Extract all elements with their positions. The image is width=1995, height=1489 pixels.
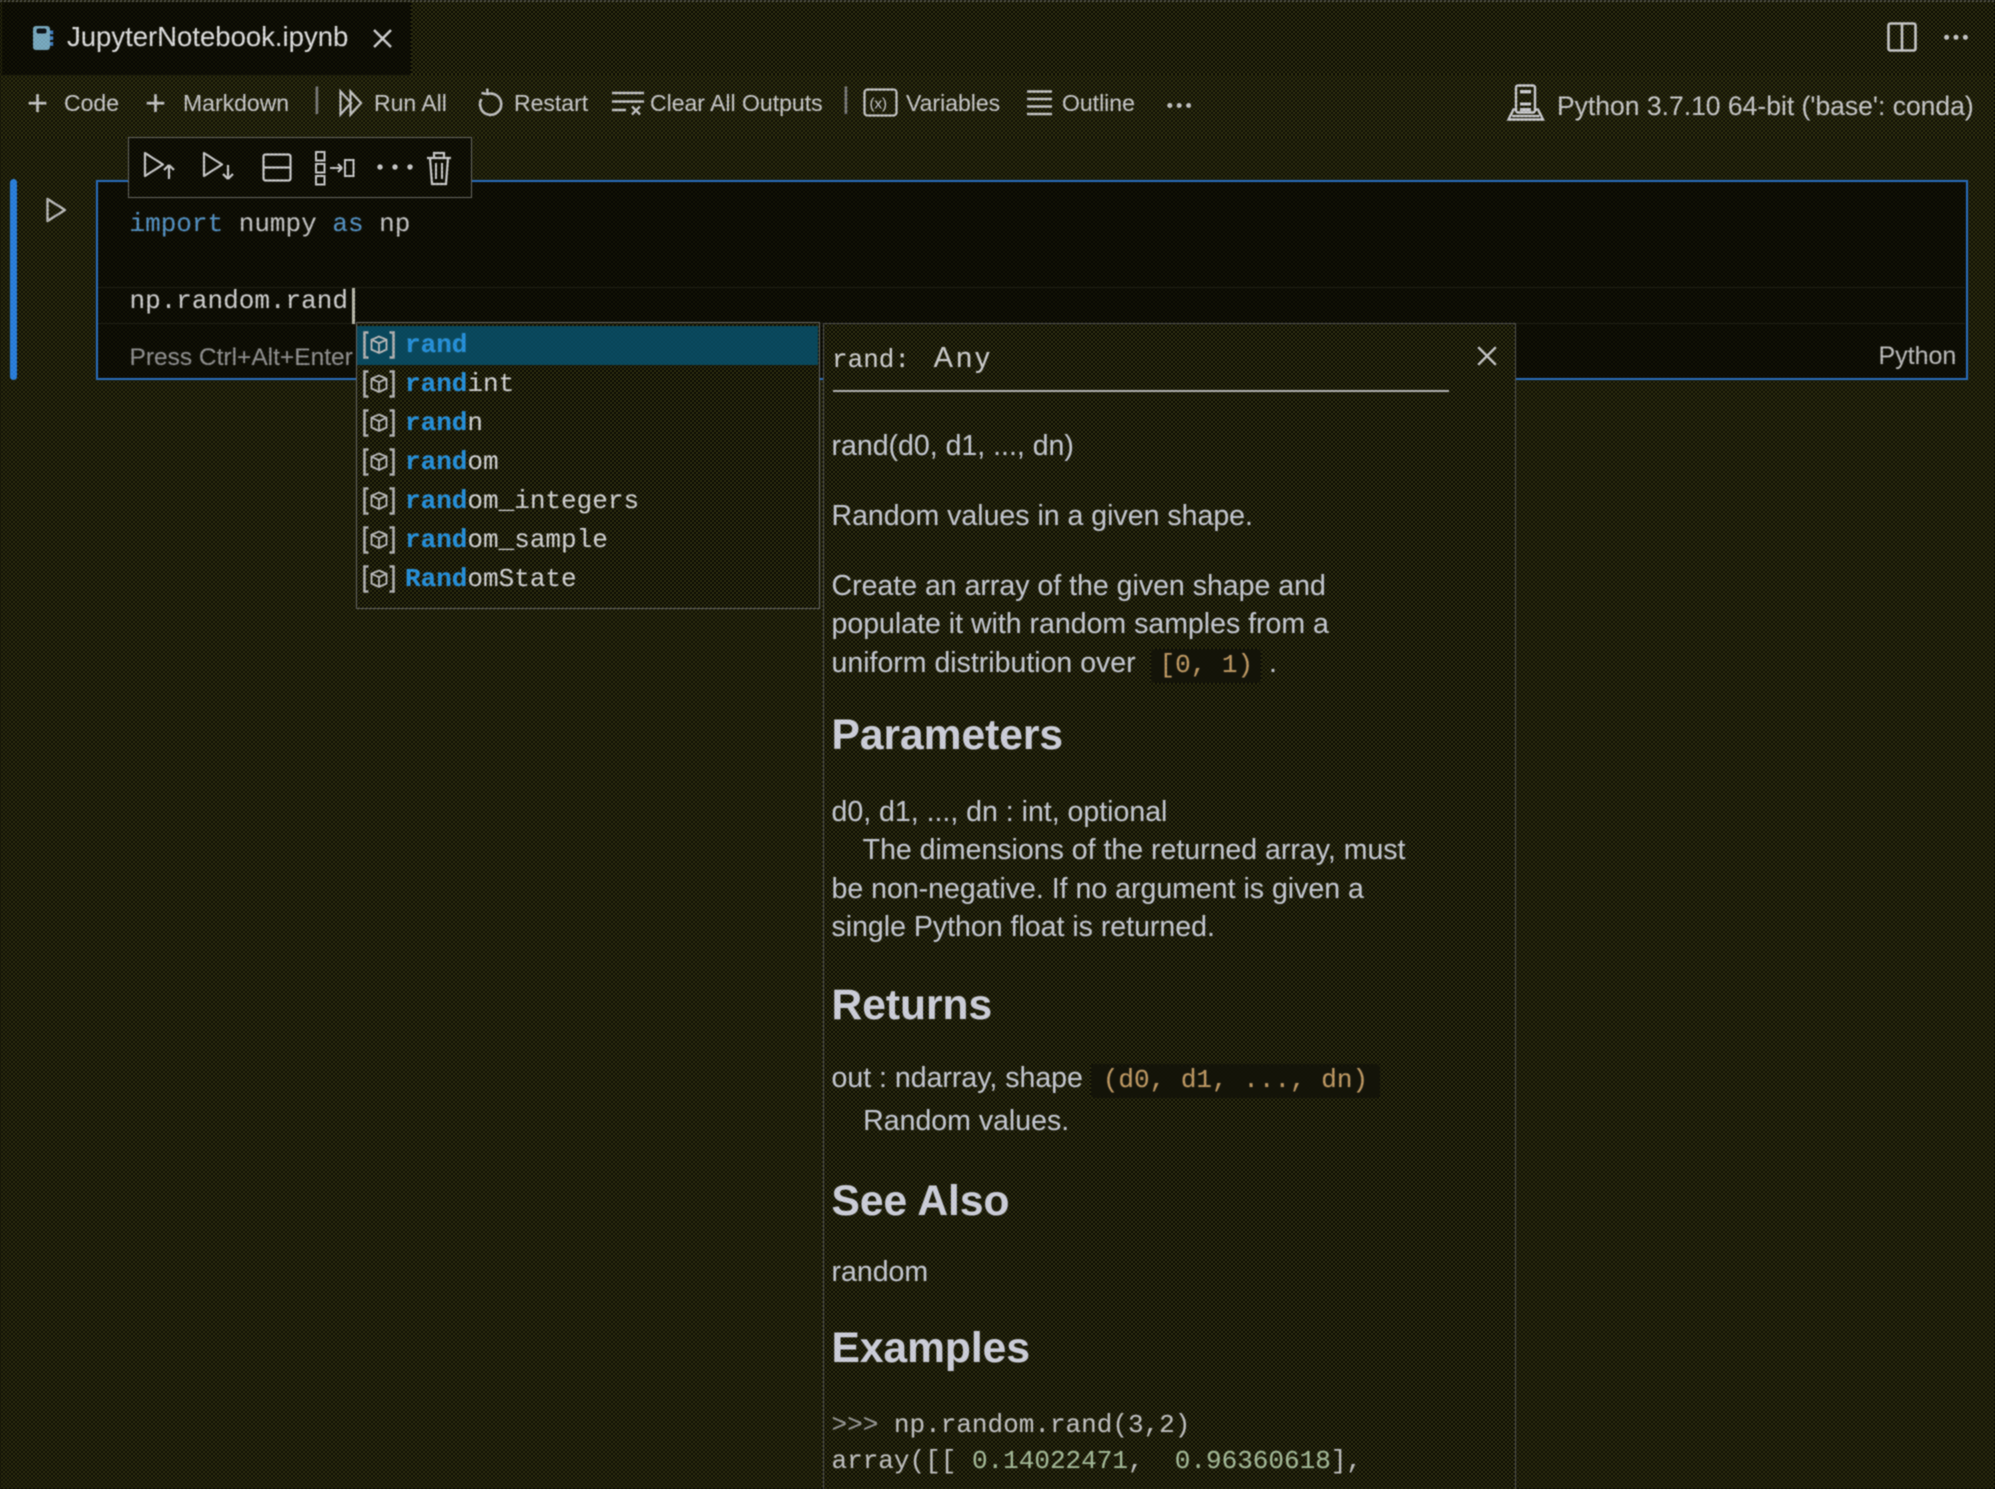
svg-text:(x): (x) bbox=[870, 96, 888, 113]
